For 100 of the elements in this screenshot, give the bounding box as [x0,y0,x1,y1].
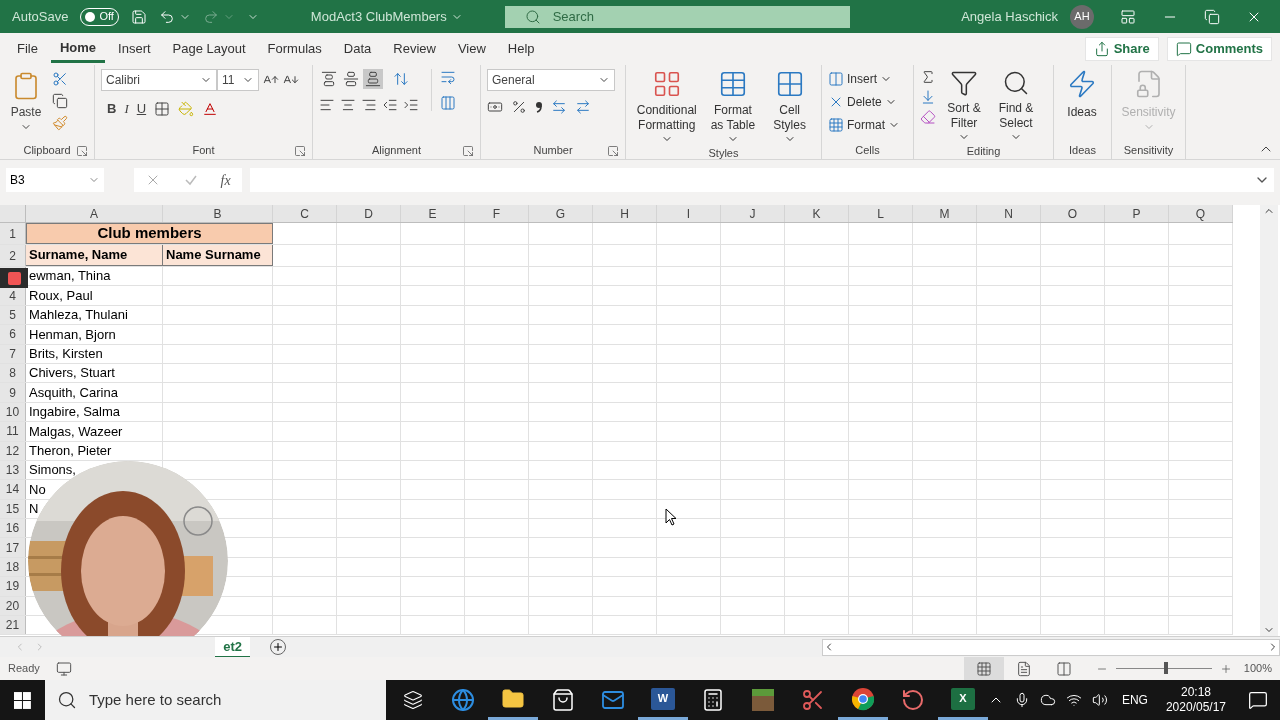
view-mode-button[interactable] [963,657,1004,680]
copy-icon[interactable] [52,93,68,109]
vertical-align-button[interactable] [363,69,383,89]
clear-icon[interactable] [920,109,936,125]
column-header[interactable]: H [593,205,657,222]
name-box[interactable]: B3 [6,168,104,192]
ribbon-tab[interactable]: Insert [109,35,160,63]
folder-icon[interactable] [500,686,525,711]
ribbon-tab[interactable]: Page Layout [163,35,255,63]
increase-decimal-icon[interactable] [551,99,567,115]
sheet-tab[interactable]: et2 [215,636,250,658]
stop-recording-button[interactable] [0,268,28,288]
column-header[interactable]: L [849,205,913,222]
user-avatar[interactable]: AH [1070,4,1094,29]
document-title[interactable]: ModAct3 ClubMembers [310,6,463,27]
fill-color-icon[interactable] [178,100,195,117]
increase-indent-icon[interactable] [403,97,419,113]
autosum-icon[interactable] [920,69,936,85]
taskbar-app[interactable]: W [637,680,688,720]
column-header[interactable]: I [657,205,721,222]
column-header[interactable]: D [337,205,401,222]
percent-icon[interactable] [511,99,527,115]
excel-app-icon[interactable]: X [950,687,975,710]
ribbon-tab[interactable]: View [448,35,495,63]
word-app-icon[interactable]: W [650,687,675,710]
undo-icon[interactable] [158,8,175,25]
clock-date[interactable]: 2020/05/17 [1165,700,1226,715]
styles-button[interactable]: Conditional Formatting [632,69,702,145]
currency-icon[interactable] [487,99,503,115]
font-size-field[interactable]: 11 [217,69,259,91]
orientation-icon[interactable] [393,71,409,87]
decrease-decimal-icon[interactable] [575,99,591,115]
save-icon[interactable] [130,8,147,25]
styles-button[interactable]: Format as Table [707,69,759,145]
ribbon-tab[interactable]: Help [498,35,544,63]
column-header[interactable]: O [1041,205,1105,222]
find-select-button[interactable]: Find & Select [992,69,1040,143]
zoom-level[interactable]: 100% [1243,660,1272,677]
column-header[interactable]: N [977,205,1041,222]
share-button[interactable]: Share [1084,37,1159,61]
ribbon-tab[interactable]: File [8,35,47,63]
comma-style-icon[interactable] [535,101,543,113]
align-left-icon[interactable] [319,97,335,113]
column-header[interactable]: E [401,205,465,222]
italic-button[interactable]: I [124,99,129,119]
grass-block-icon[interactable] [751,689,774,711]
vertical-align-button[interactable] [319,69,339,89]
volume-icon[interactable] [1091,692,1108,708]
wrap-text-icon[interactable] [440,69,456,85]
underline-button[interactable]: U [136,99,147,119]
cut-icon[interactable] [52,71,68,87]
cells-button[interactable]: Delete [828,92,900,112]
column-header[interactable]: J [721,205,785,222]
decrease-indent-icon[interactable] [382,97,398,113]
wifi-icon[interactable] [1065,692,1082,708]
align-right-icon[interactable] [361,97,377,113]
ribbon-tab[interactable]: Formulas [258,35,331,63]
search-field[interactable]: Search [504,5,850,28]
chrome-icon[interactable] [850,686,875,711]
ribbon-tab[interactable]: Review [384,35,445,63]
scissors-icon[interactable] [800,688,825,712]
column-header[interactable]: F [465,205,529,222]
ribbon-tab[interactable]: Data [334,35,381,63]
formula-field[interactable] [250,168,1274,192]
column-header[interactable]: B [163,205,273,222]
merge-center-icon[interactable] [440,95,456,111]
browser-icon[interactable] [450,688,475,712]
column-header[interactable]: K [785,205,849,222]
paste-button[interactable]: Paste [6,69,46,133]
number-format-field[interactable]: General [487,69,615,91]
insert-function-label[interactable]: fx [220,169,231,191]
column-header[interactable]: P [1105,205,1169,222]
language-indicator[interactable]: ENG [1121,691,1148,709]
taskbar-search-field[interactable]: Type here to search [44,680,386,720]
column-header[interactable]: C [273,205,337,222]
ideas-button[interactable]: Ideas [1060,69,1104,121]
bold-button[interactable]: B [107,99,117,119]
column-header[interactable]: A [26,205,163,222]
cells-button[interactable]: Insert [828,69,900,89]
column-header[interactable]: M [913,205,977,222]
dialog-launcher-icon[interactable] [607,144,619,157]
taskbar-app[interactable]: X [937,680,988,720]
borders-icon[interactable] [154,100,171,117]
zoom-slider-thumb[interactable] [1163,662,1168,674]
font-color-icon[interactable] [202,100,219,117]
dialog-launcher-icon[interactable] [294,144,306,157]
mail-icon[interactable] [600,688,625,712]
dialog-launcher-icon[interactable] [462,144,474,157]
comments-button[interactable]: Comments [1166,37,1272,61]
task-view-icon[interactable] [402,690,423,710]
dialog-launcher-icon[interactable] [76,144,88,157]
notifications-icon[interactable] [1248,690,1268,710]
font-name-field[interactable]: Calibri [101,69,217,91]
column-header[interactable]: Q [1169,205,1233,222]
sort-filter-button[interactable]: Sort & Filter [942,69,986,143]
store-icon[interactable] [550,688,575,712]
column-header[interactable]: G [529,205,593,222]
cloud-icon[interactable] [1039,692,1056,708]
ribbon-display-icon[interactable] [1120,8,1136,25]
restore-icon[interactable] [1204,8,1220,25]
